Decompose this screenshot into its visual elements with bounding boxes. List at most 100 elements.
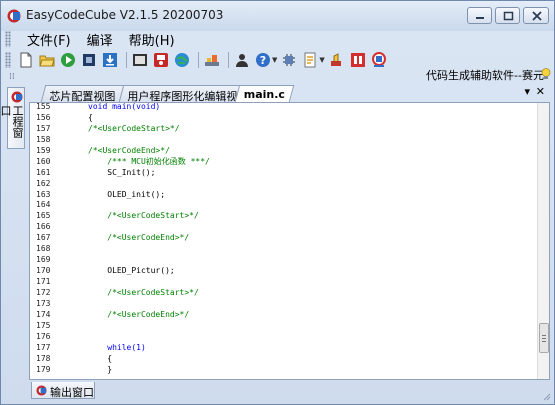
code-text[interactable]: while(1): [88, 342, 146, 353]
scrollbar-thumb[interactable]: [539, 323, 549, 353]
line-number: 167: [36, 233, 51, 243]
code-text[interactable]: SC_Init();: [88, 167, 155, 178]
tool-button[interactable]: [328, 51, 346, 69]
board-icon: [133, 54, 147, 66]
tab-main-c[interactable]: main.c: [234, 85, 295, 102]
code-line[interactable]: 155 void main(void): [30, 103, 540, 112]
menu-file[interactable]: 文件(F): [19, 29, 79, 49]
board-button[interactable]: [131, 51, 149, 69]
line-number: 169: [36, 255, 51, 265]
svg-text:?: ?: [260, 54, 266, 67]
save-button[interactable]: [152, 51, 170, 69]
code-line[interactable]: 169: [30, 254, 540, 265]
minimize-button[interactable]: [467, 7, 492, 24]
app-logo-icon: [7, 9, 21, 23]
code-editor[interactable]: 155 void main(void) 156 {157 /*<UserCodeStar…: [29, 102, 550, 380]
code-line[interactable]: 163 OLED_init();: [30, 189, 540, 200]
logo-b-button[interactable]: [370, 51, 388, 69]
code-line[interactable]: 176: [30, 331, 540, 342]
left-dock-panel: 工程窗口: [0, 87, 27, 387]
code-text[interactable]: /*<UserCodeEnd>*/: [88, 232, 189, 243]
line-number: 176: [36, 331, 51, 341]
code-line[interactable]: 165 /*<UserCodeStart>*/: [30, 210, 540, 221]
document-button[interactable]: [301, 51, 319, 69]
code-text[interactable]: /*** MCU初始化函数 ***/: [88, 156, 210, 167]
tab-chip-config-view[interactable]: 芯片配置视图: [40, 85, 126, 103]
code-line[interactable]: 158: [30, 134, 540, 145]
open-folder-icon: [39, 55, 55, 67]
line-number: 158: [36, 134, 51, 144]
code-line[interactable]: 162: [30, 178, 540, 189]
strip-grip-handle[interactable]: ⁞⁞: [9, 72, 15, 82]
code-text[interactable]: /*<UserCodeStart>*/: [88, 210, 199, 221]
chip-config-button[interactable]: [80, 51, 98, 69]
code-text[interactable]: /*<UserCodeStart>*/: [88, 123, 180, 134]
code-text[interactable]: /*<UserCodeEnd>*/: [88, 145, 170, 156]
code-line[interactable]: 171: [30, 276, 540, 287]
code-text[interactable]: }: [88, 364, 112, 375]
code-line[interactable]: 160 /*** MCU初始化函数 ***/: [30, 156, 540, 167]
code-line[interactable]: 164: [30, 199, 540, 210]
code-text[interactable]: /*<UserCodeStart>*/: [88, 287, 199, 298]
code-text[interactable]: OLED_init();: [88, 189, 165, 200]
software-caption: 代码生成辅助软件--赛元: [426, 69, 544, 82]
code-line[interactable]: 156 {: [30, 112, 540, 123]
download-button[interactable]: [101, 51, 119, 69]
help-button[interactable]: ?: [254, 51, 272, 69]
code-line[interactable]: 166: [30, 221, 540, 232]
title-bar[interactable]: EasyCodeCube V2.1.5 20200703: [1, 1, 554, 31]
line-number: 174: [36, 309, 51, 319]
help-dropdown-icon[interactable]: ▼: [272, 56, 277, 64]
code-line[interactable]: 172 /*<UserCodeStart>*/: [30, 287, 540, 298]
output-window-tab[interactable]: 输出窗口: [31, 382, 95, 399]
code-area[interactable]: 155 void main(void) 156 {157 /*<UserCodeStar…: [30, 103, 540, 375]
code-line[interactable]: 174 /*<UserCodeEnd>*/: [30, 309, 540, 320]
code-line[interactable]: 167 /*<UserCodeEnd>*/: [30, 232, 540, 243]
menu-grip-handle[interactable]: [5, 31, 11, 47]
maximize-button[interactable]: [495, 7, 520, 24]
code-line[interactable]: 170 OLED_Pictur();: [30, 265, 540, 276]
code-line[interactable]: 178 {: [30, 353, 540, 364]
code-text[interactable]: {: [88, 112, 93, 123]
close-window-button[interactable]: [523, 7, 549, 24]
code-text[interactable]: /*<UserCodeEnd>*/: [88, 309, 189, 320]
project-window-tab[interactable]: 工程窗口: [0, 87, 25, 149]
code-text[interactable]: void main(void): [88, 103, 160, 112]
build-button[interactable]: [203, 51, 221, 69]
tab-close-icon[interactable]: ✕: [536, 85, 545, 98]
code-line[interactable]: 173: [30, 298, 540, 309]
run-button[interactable]: [59, 51, 77, 69]
code-text[interactable]: {: [88, 353, 112, 364]
code-line[interactable]: 168: [30, 243, 540, 254]
document-icon: [304, 52, 316, 68]
line-number: 168: [36, 244, 51, 254]
code-line[interactable]: 161 SC_Init();: [30, 167, 540, 178]
line-number: 177: [36, 342, 51, 352]
logo-a-button[interactable]: [349, 51, 367, 69]
new-file-button[interactable]: [17, 51, 35, 69]
lightbulb-icon[interactable]: [541, 68, 551, 80]
code-line[interactable]: 175: [30, 320, 540, 331]
code-line[interactable]: 177 while(1): [30, 342, 540, 353]
logo-b-icon: [371, 52, 386, 67]
globe-icon: [175, 53, 189, 67]
line-number: 163: [36, 189, 51, 199]
vertical-scrollbar[interactable]: [537, 103, 549, 379]
output-window-label: 输出窗口: [50, 386, 94, 399]
component-button[interactable]: [280, 51, 298, 69]
tab-list-dropdown-icon[interactable]: ▾: [524, 85, 530, 98]
toolbar-grip-handle[interactable]: [5, 52, 11, 68]
code-line[interactable]: 159 /*<UserCodeEnd>*/: [30, 145, 540, 156]
menu-compile[interactable]: 编译: [79, 29, 121, 49]
code-line[interactable]: 179 }: [30, 364, 540, 375]
web-button[interactable]: [173, 51, 191, 69]
menu-help[interactable]: 帮助(H): [121, 29, 183, 49]
resize-grip-icon[interactable]: [541, 391, 551, 401]
open-file-button[interactable]: [38, 51, 56, 69]
line-number: 171: [36, 277, 51, 286]
code-line[interactable]: 157 /*<UserCodeStart>*/: [30, 123, 540, 134]
line-number: 164: [36, 200, 51, 210]
code-text[interactable]: OLED_Pictur();: [88, 265, 174, 276]
user-button[interactable]: [233, 51, 251, 69]
document-dropdown-icon[interactable]: ▼: [319, 56, 324, 64]
